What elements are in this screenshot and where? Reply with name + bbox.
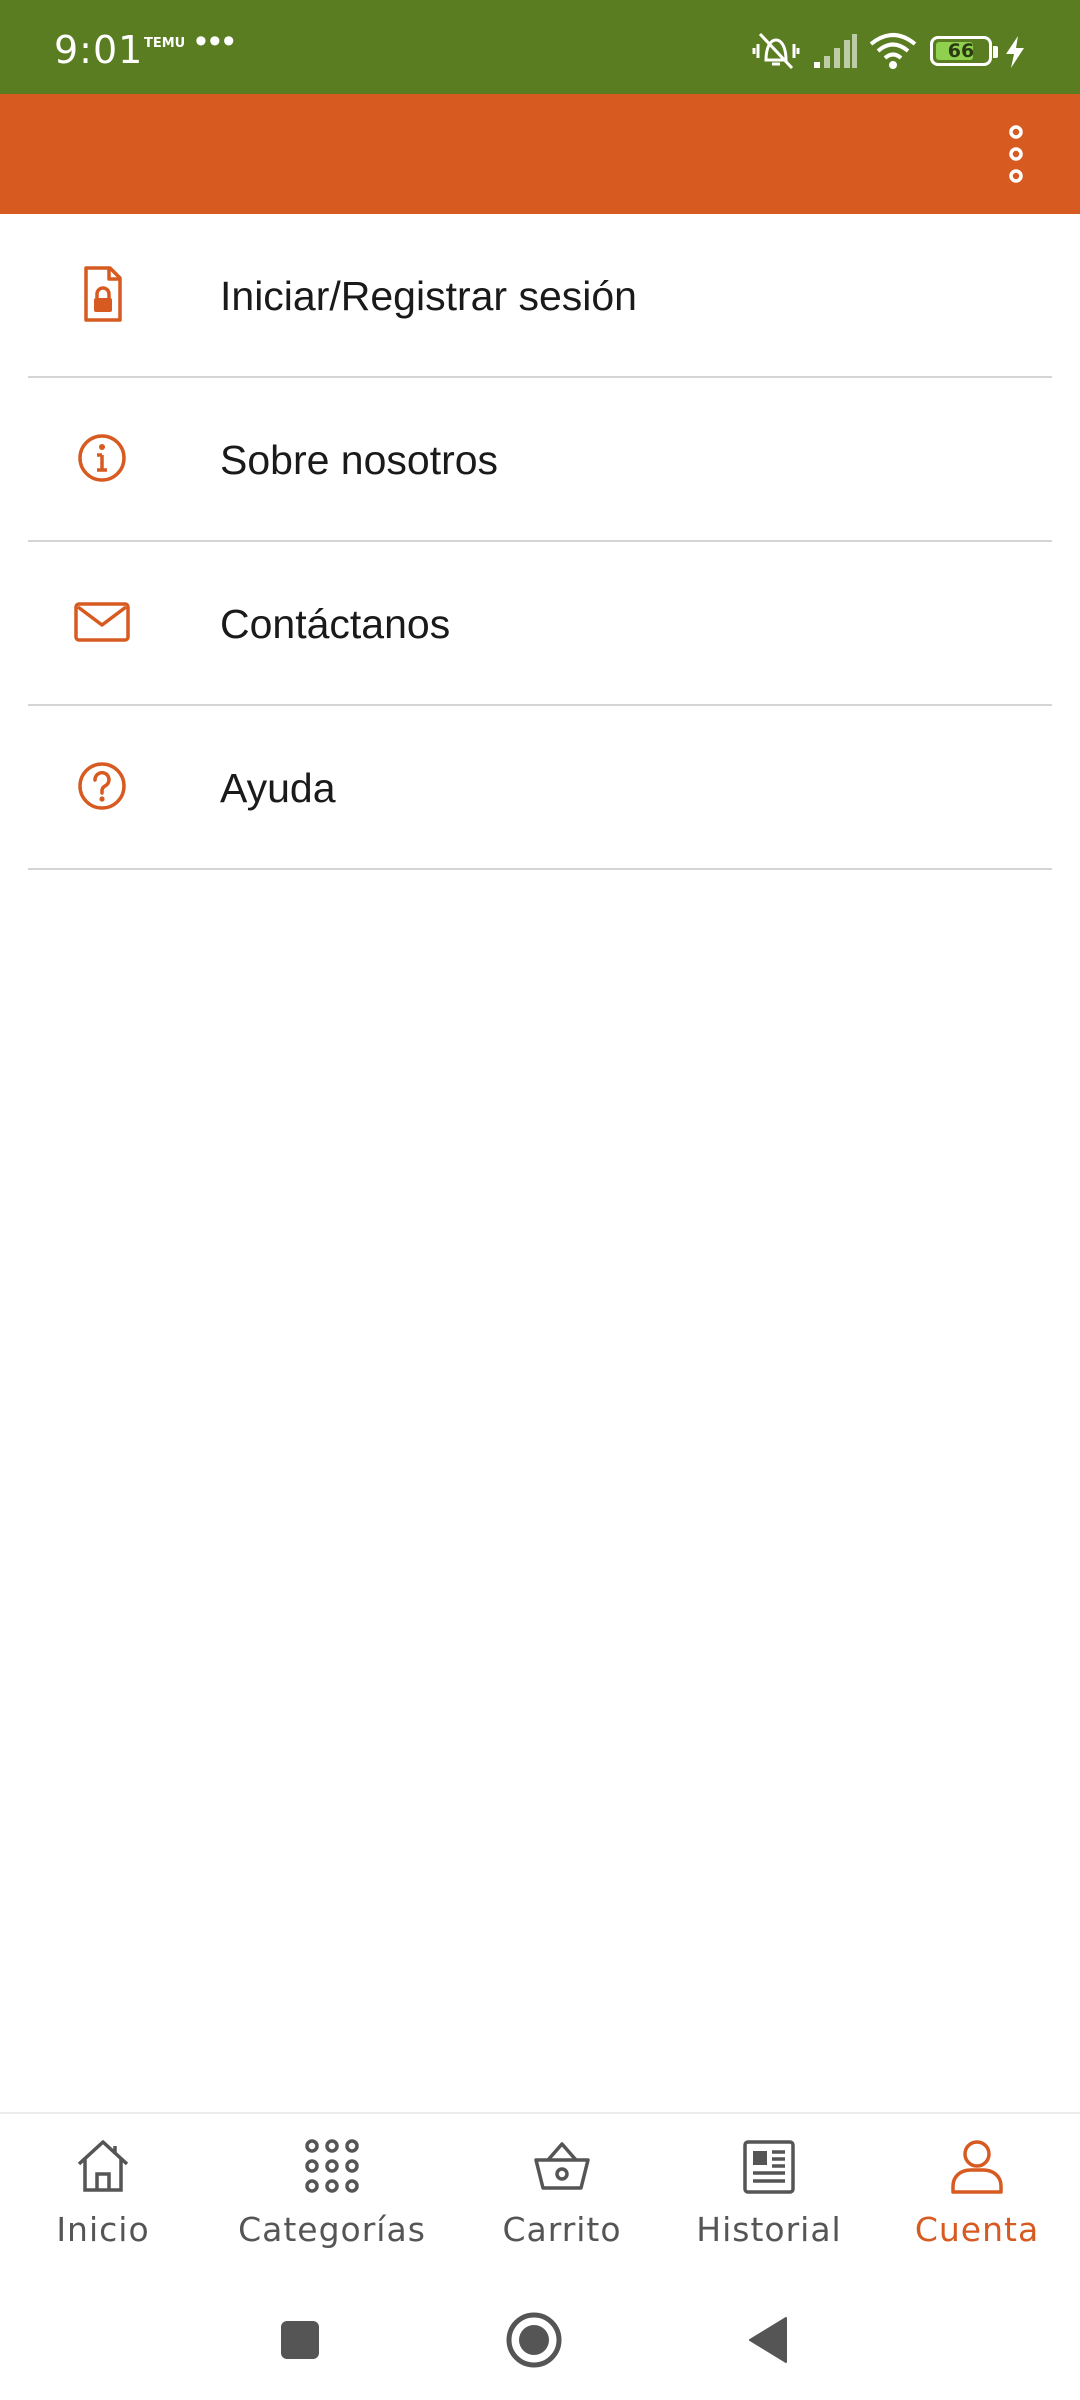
- menu-item-help[interactable]: Ayuda: [28, 706, 1052, 870]
- help-icon: [78, 762, 126, 810]
- status-bar: 9:01 TEMU ••• 66: [0, 0, 1080, 94]
- temu-notification-icon: TEMU: [144, 36, 186, 51]
- wifi-icon: [869, 33, 917, 69]
- menu-item-label: Sobre nosotros: [220, 437, 499, 483]
- mail-icon: [74, 602, 130, 642]
- nav-label: Historial: [696, 2210, 842, 2249]
- nav-item-cuenta[interactable]: Cuenta: [900, 2114, 1054, 2282]
- info-icon: [78, 434, 126, 482]
- signal-icon: [814, 34, 857, 68]
- nav-label: Inicio: [56, 2210, 150, 2249]
- vibrate-silent-icon: [752, 32, 800, 70]
- menu-item-label: Contáctanos: [220, 601, 451, 647]
- menu-item-about[interactable]: Sobre nosotros: [28, 378, 1052, 542]
- home-icon: [77, 2140, 129, 2192]
- menu-item-label: Ayuda: [220, 765, 336, 811]
- nav-item-inicio[interactable]: Inicio: [30, 2114, 176, 2282]
- menu-item-login[interactable]: Iniciar/Registrar sesión: [28, 214, 1052, 378]
- status-time: 9:01: [54, 28, 144, 72]
- nav-item-historial[interactable]: Historial: [680, 2114, 858, 2282]
- more-vert-icon[interactable]: [990, 120, 1042, 188]
- home-circle-icon[interactable]: [504, 2310, 564, 2370]
- grid-icon: [305, 2139, 359, 2193]
- user-icon: [951, 2140, 1003, 2194]
- locked-document-icon: [84, 266, 122, 322]
- menu-item-label: Iniciar/Registrar sesión: [220, 273, 637, 319]
- menu-item-contact[interactable]: Contáctanos: [28, 542, 1052, 706]
- battery-icon: 66: [930, 36, 992, 66]
- bottom-nav: Inicio Categorías Carrito Historial Cuen…: [0, 2112, 1080, 2282]
- nav-item-categorias[interactable]: Categorías: [222, 2114, 442, 2282]
- back-icon[interactable]: [742, 2310, 802, 2370]
- nav-item-carrito[interactable]: Carrito: [482, 2114, 642, 2282]
- app-bar: [0, 94, 1080, 214]
- recents-icon[interactable]: [270, 2310, 330, 2370]
- charging-icon: [1006, 36, 1024, 68]
- battery-cap: [993, 46, 998, 58]
- battery-level: 66: [947, 40, 975, 62]
- system-nav-bar: [0, 2280, 1080, 2400]
- account-menu-list: Iniciar/Registrar sesión Sobre nosotros …: [28, 214, 1052, 870]
- nav-label: Cuenta: [914, 2210, 1040, 2249]
- basket-icon: [534, 2142, 590, 2190]
- nav-label: Carrito: [502, 2210, 622, 2249]
- more-notifications-icon: •••: [195, 22, 237, 60]
- nav-label: Categorías: [238, 2210, 426, 2249]
- newspaper-icon: [743, 2140, 795, 2194]
